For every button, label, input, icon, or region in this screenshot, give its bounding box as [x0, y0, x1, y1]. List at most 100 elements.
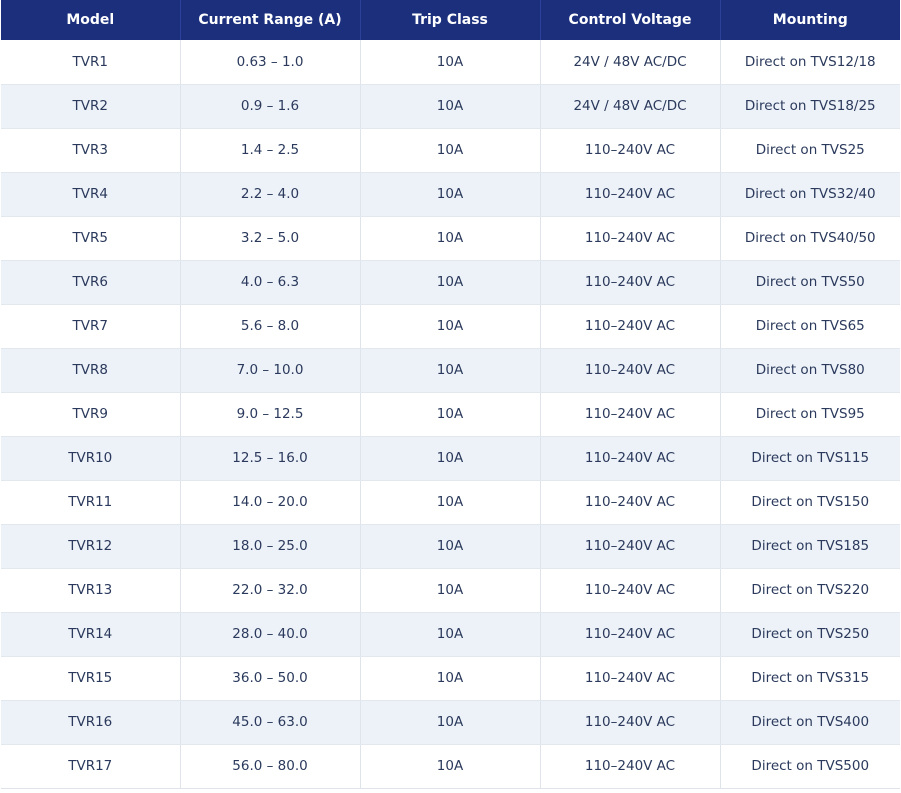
cell-current-range: 1.4 – 2.5 — [180, 128, 361, 173]
cell-current-range: 22.0 – 32.0 — [180, 568, 361, 613]
cell-control-voltage: 110–240V AC — [540, 260, 721, 305]
cell-model: TVR10 — [1, 436, 181, 481]
cell-mounting: Direct on TVS220 — [720, 568, 900, 613]
cell-current-range: 0.63 – 1.0 — [180, 40, 361, 85]
table-row: TVR8 7.0 – 10.0 10A 110–240V AC Direct on TV… — [1, 348, 900, 393]
cell-mounting: Direct on TVS50 — [720, 260, 900, 305]
cell-model: TVR1 — [1, 40, 181, 85]
cell-model: TVR5 — [1, 216, 181, 261]
table-row: TVR4 2.2 – 4.0 10A 110–240V AC Direct on TVS… — [1, 172, 900, 217]
cell-control-voltage: 110–240V AC — [540, 656, 721, 701]
cell-model: TVR17 — [1, 744, 181, 789]
cell-model: TVR4 — [1, 172, 181, 217]
cell-mounting: Direct on TVS12/18 — [720, 40, 900, 85]
cell-current-range: 36.0 – 50.0 — [180, 656, 361, 701]
cell-trip-class: 10A — [360, 436, 541, 481]
table-row: TVR5 3.2 – 5.0 10A 110–240V AC Direct on TVS… — [1, 216, 900, 261]
cell-trip-class: 10A — [360, 612, 541, 657]
cell-current-range: 0.9 – 1.6 — [180, 84, 361, 129]
cell-model: TVR7 — [1, 304, 181, 349]
cell-model: TVR8 — [1, 348, 181, 393]
table-row: TVR11 14.0 – 20.0 10A 110–240V AC Direct on … — [1, 480, 900, 525]
cell-current-range: 2.2 – 4.0 — [180, 172, 361, 217]
cell-current-range: 12.5 – 16.0 — [180, 436, 361, 481]
cell-control-voltage: 110–240V AC — [540, 436, 721, 481]
table-body: TVR1 0.63 – 1.0 10A 24V / 48V AC/DC Direct o… — [1, 40, 900, 789]
header-model: Model — [1, 0, 181, 40]
cell-control-voltage: 110–240V AC — [540, 480, 721, 525]
cell-mounting: Direct on TVS400 — [720, 700, 900, 745]
cell-control-voltage: 110–240V AC — [540, 568, 721, 613]
cell-mounting: Direct on TVS150 — [720, 480, 900, 525]
table-row: TVR2 0.9 – 1.6 10A 24V / 48V AC/DC Direct on… — [1, 84, 900, 129]
table-row: TVR3 1.4 – 2.5 10A 110–240V AC Direct on TVS… — [1, 128, 900, 173]
table-row: TVR10 12.5 – 16.0 10A 110–240V AC Direct on … — [1, 436, 900, 481]
cell-current-range: 3.2 – 5.0 — [180, 216, 361, 261]
cell-current-range: 4.0 – 6.3 — [180, 260, 361, 305]
cell-mounting: Direct on TVS500 — [720, 744, 900, 789]
cell-mounting: Direct on TVS40/50 — [720, 216, 900, 261]
cell-control-voltage: 110–240V AC — [540, 700, 721, 745]
cell-control-voltage: 110–240V AC — [540, 216, 721, 261]
cell-trip-class: 10A — [360, 700, 541, 745]
cell-model: TVR11 — [1, 480, 181, 525]
cell-trip-class: 10A — [360, 216, 541, 261]
cell-trip-class: 10A — [360, 480, 541, 525]
cell-mounting: Direct on TVS18/25 — [720, 84, 900, 129]
cell-mounting: Direct on TVS80 — [720, 348, 900, 393]
cell-trip-class: 10A — [360, 40, 541, 85]
table-row: TVR13 22.0 – 32.0 10A 110–240V AC Direct on … — [1, 568, 900, 613]
cell-control-voltage: 110–240V AC — [540, 128, 721, 173]
cell-control-voltage: 110–240V AC — [540, 744, 721, 789]
cell-mounting: Direct on TVS25 — [720, 128, 900, 173]
header-trip-class: Trip Class — [360, 0, 541, 40]
cell-trip-class: 10A — [360, 524, 541, 569]
cell-mounting: Direct on TVS315 — [720, 656, 900, 701]
cell-mounting: Direct on TVS185 — [720, 524, 900, 569]
cell-mounting: Direct on TVS32/40 — [720, 172, 900, 217]
cell-current-range: 5.6 – 8.0 — [180, 304, 361, 349]
cell-current-range: 14.0 – 20.0 — [180, 480, 361, 525]
cell-trip-class: 10A — [360, 84, 541, 129]
cell-trip-class: 10A — [360, 348, 541, 393]
cell-model: TVR2 — [1, 84, 181, 129]
cell-mounting: Direct on TVS65 — [720, 304, 900, 349]
table-row: TVR16 45.0 – 63.0 10A 110–240V AC Direct on … — [1, 700, 900, 745]
cell-mounting: Direct on TVS115 — [720, 436, 900, 481]
header-current-range: Current Range (A) — [180, 0, 361, 40]
table-row: TVR12 18.0 – 25.0 10A 110–240V AC Direct on … — [1, 524, 900, 569]
header-control-voltage: Control Voltage — [540, 0, 721, 40]
cell-current-range: 28.0 – 40.0 — [180, 612, 361, 657]
table-row: TVR17 56.0 – 80.0 10A 110–240V AC Direct on … — [1, 744, 900, 789]
cell-control-voltage: 110–240V AC — [540, 172, 721, 217]
cell-model: TVR12 — [1, 524, 181, 569]
cell-model: TVR13 — [1, 568, 181, 613]
cell-control-voltage: 110–240V AC — [540, 304, 721, 349]
cell-trip-class: 10A — [360, 128, 541, 173]
table-row: TVR14 28.0 – 40.0 10A 110–240V AC Direct on … — [1, 612, 900, 657]
relay-spec-table: Model Current Range (A) Trip Class Contr… — [1, 0, 900, 789]
table-header: Model Current Range (A) Trip Class Contr… — [1, 0, 900, 40]
cell-model: TVR16 — [1, 700, 181, 745]
cell-trip-class: 10A — [360, 568, 541, 613]
cell-trip-class: 10A — [360, 304, 541, 349]
spec-table-container: Model Current Range (A) Trip Class Contr… — [1, 0, 900, 789]
header-mounting: Mounting — [772, 12, 848, 28]
cell-trip-class: 10A — [360, 392, 541, 437]
cell-trip-class: 10A — [360, 744, 541, 789]
table-row: TVR1 0.63 – 1.0 10A 24V / 48V AC/DC Direct o… — [1, 40, 900, 85]
cell-control-voltage: 110–240V AC — [540, 348, 721, 393]
cell-current-range: 18.0 – 25.0 — [180, 524, 361, 569]
cell-model: TVR14 — [1, 612, 181, 657]
table-row: TVR15 36.0 – 50.0 10A 110–240V AC Direct on … — [1, 656, 900, 701]
cell-control-voltage: 110–240V AC — [540, 524, 721, 569]
table-row: TVR9 9.0 – 12.5 10A 110–240V AC Direct on TV… — [1, 392, 900, 437]
cell-trip-class: 10A — [360, 656, 541, 701]
cell-current-range: 45.0 – 63.0 — [180, 700, 361, 745]
cell-control-voltage: 24V / 48V AC/DC — [540, 40, 721, 85]
cell-model: TVR15 — [1, 656, 181, 701]
cell-control-voltage: 110–240V AC — [540, 392, 721, 437]
cell-current-range: 56.0 – 80.0 — [180, 744, 361, 789]
cell-mounting: Direct on TVS250 — [720, 612, 900, 657]
table-row: TVR7 5.6 – 8.0 10A 110–240V AC Direct on TVS… — [1, 304, 900, 349]
